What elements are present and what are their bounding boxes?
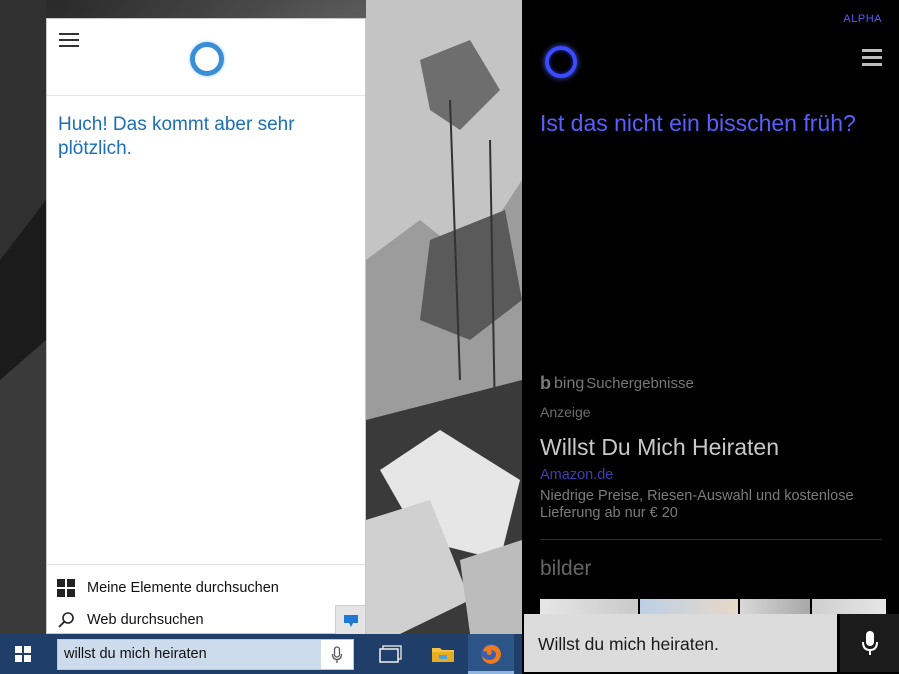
phone-menu-icon[interactable]	[862, 49, 882, 67]
desktop: Huch! Das kommt aber sehr plötzlich. Mei…	[0, 0, 522, 674]
ad-description: Niedrige Preise, Riesen-Auswahl und kost…	[540, 488, 854, 521]
feedback-icon	[343, 614, 358, 627]
image-thumbnail[interactable]	[812, 599, 886, 615]
divider	[540, 539, 882, 540]
file-explorer-button[interactable]	[420, 634, 466, 674]
query-text: Willst du mich heiraten.	[538, 634, 719, 654]
ad-title-link[interactable]: Willst Du Mich Heiraten	[540, 434, 779, 461]
image-thumbnail[interactable]	[640, 599, 738, 615]
image-thumbnails	[540, 599, 886, 615]
feedback-button[interactable]	[335, 605, 365, 635]
ad-url-link[interactable]: Amazon.de	[540, 467, 613, 483]
bing-brand: bing	[554, 374, 585, 392]
microphone-icon	[331, 645, 343, 663]
firefox-icon	[481, 644, 501, 664]
task-view-icon	[379, 645, 402, 663]
search-my-stuff-label: Meine Elemente durchsuchen	[87, 580, 279, 596]
search-my-stuff-button[interactable]: Meine Elemente durchsuchen	[57, 576, 279, 600]
image-thumbnail[interactable]	[740, 599, 810, 615]
windows-logo-icon	[57, 579, 75, 597]
phone-cortana-screen: ALPHA Ist das nicht ein bisschen früh? b…	[522, 0, 899, 674]
ad-tag: Anzeige	[540, 404, 591, 420]
cortana-search-options: Meine Elemente durchsuchen Web durchsuch…	[47, 564, 365, 635]
query-input[interactable]: Willst du mich heiraten.	[524, 614, 837, 672]
search-web-label: Web durchsuchen	[87, 612, 204, 628]
query-bar: Willst du mich heiraten.	[522, 614, 899, 674]
cortana-logo-icon	[545, 46, 577, 78]
alpha-label: ALPHA	[843, 13, 882, 25]
taskbar-search-input[interactable]: willst du mich heiraten	[57, 639, 354, 670]
images-heading[interactable]: bilder	[540, 557, 591, 581]
search-web-button[interactable]: Web durchsuchen	[57, 608, 204, 632]
bing-results-label: Suchergebnisse	[586, 375, 694, 392]
cortana-response-text: Huch! Das kommt aber sehr plötzlich.	[58, 114, 295, 159]
folder-icon	[432, 648, 454, 662]
taskbar-search-value: willst du mich heiraten	[64, 646, 207, 662]
search-icon	[58, 612, 74, 628]
taskbar-microphone-button[interactable]	[321, 640, 353, 669]
bing-logo-icon: b	[540, 373, 551, 393]
cortana-panel: Huch! Das kommt aber sehr plötzlich. Mei…	[46, 18, 366, 635]
cortana-logo-icon	[190, 42, 224, 76]
image-thumbnail[interactable]	[540, 599, 638, 615]
task-view-button[interactable]	[368, 634, 414, 674]
windows-logo-icon	[15, 646, 31, 662]
bing-results-header: b bing Suchergebnisse	[540, 373, 694, 394]
start-button[interactable]	[0, 634, 46, 674]
taskbar: willst du mich heiraten	[0, 634, 522, 674]
microphone-icon	[861, 631, 878, 655]
hamburger-menu-icon[interactable]	[59, 33, 81, 49]
phone-microphone-button[interactable]	[840, 614, 899, 672]
cortana-header	[47, 19, 365, 96]
cortana-response-text: Ist das nicht ein bisschen früh?	[540, 110, 856, 136]
firefox-button[interactable]	[468, 634, 514, 674]
